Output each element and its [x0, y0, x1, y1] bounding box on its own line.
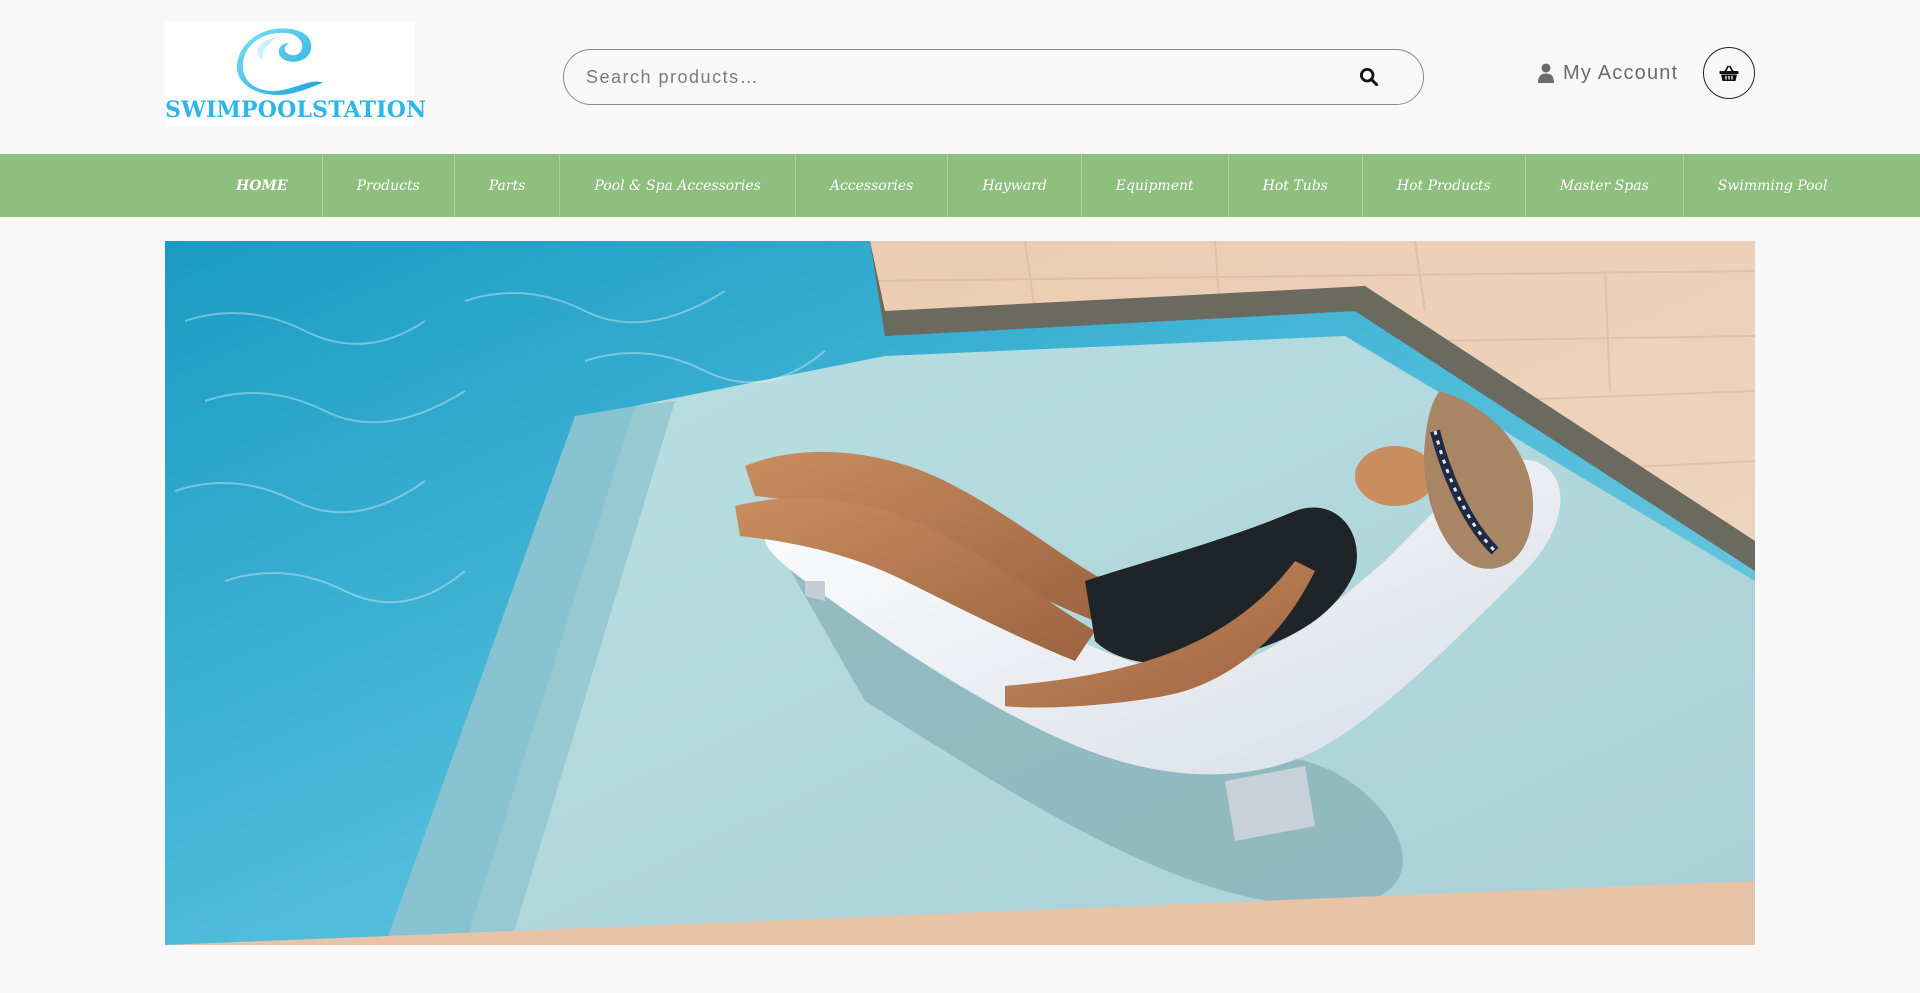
- brand-name: SWIMPOOLSTATION: [165, 97, 427, 123]
- nav-item-master-spas[interactable]: Master Spas: [1526, 154, 1684, 217]
- site-header: SWIMPOOLSTATION My Account: [0, 0, 1920, 154]
- nav-item-parts[interactable]: Parts: [455, 154, 561, 217]
- hero-pool-image: [165, 241, 1755, 945]
- nav-item-products[interactable]: Products: [323, 154, 455, 217]
- hero-banner[interactable]: [165, 241, 1755, 945]
- nav-item-hot-products[interactable]: Hot Products: [1363, 154, 1526, 217]
- cart-button[interactable]: [1703, 47, 1755, 99]
- nav-item-swimming-pool[interactable]: Swimming Pool: [1684, 154, 1862, 217]
- nav-item-pool-spa-accessories[interactable]: Pool & Spa Accessories: [560, 154, 796, 217]
- nav-item-equipment[interactable]: Equipment: [1082, 154, 1229, 217]
- search-icon: [1359, 67, 1379, 87]
- user-icon: [1538, 63, 1554, 83]
- basket-icon: [1719, 65, 1739, 81]
- search-input[interactable]: [584, 65, 1355, 89]
- search-bar: [563, 49, 1424, 105]
- main-navigation: HOME Products Parts Pool & Spa Accessori…: [0, 154, 1920, 217]
- my-account-label: My Account: [1563, 61, 1679, 84]
- wave-logo-icon: [236, 28, 323, 95]
- nav-item-accessories[interactable]: Accessories: [796, 154, 949, 217]
- site-logo[interactable]: SWIMPOOLSTATION: [165, 21, 427, 125]
- search-button[interactable]: [1355, 63, 1383, 91]
- nav-item-hayward[interactable]: Hayward: [948, 154, 1082, 217]
- nav-item-hot-tubs[interactable]: Hot Tubs: [1229, 154, 1363, 217]
- nav-item-home[interactable]: HOME: [202, 154, 323, 217]
- nav-menu: HOME Products Parts Pool & Spa Accessori…: [202, 154, 1861, 217]
- my-account-link[interactable]: My Account: [1538, 56, 1678, 90]
